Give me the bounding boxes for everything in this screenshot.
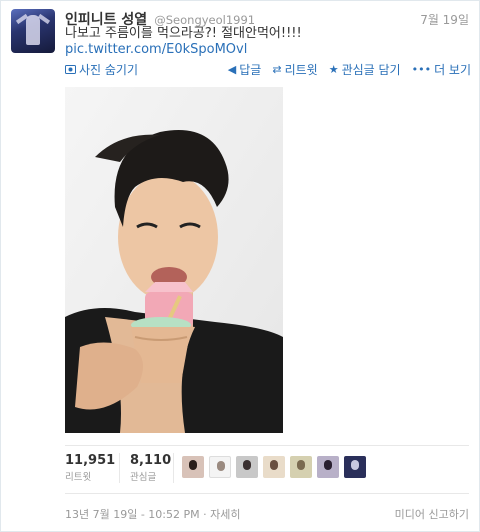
tweet-photo[interactable] xyxy=(65,87,283,433)
footer-separator xyxy=(65,493,469,494)
favoriter-avatar[interactable] xyxy=(182,456,204,478)
retweet-count-label: 리트윗 xyxy=(65,472,92,483)
more-button[interactable]: ••• 더 보기 xyxy=(412,61,471,78)
retweet-count: 11,951 xyxy=(65,453,116,468)
favoriter-avatars xyxy=(182,456,366,478)
star-icon: ★ xyxy=(328,63,339,76)
favorite-count: 8,110 xyxy=(130,453,172,468)
more-dots-icon: ••• xyxy=(411,63,432,76)
hide-photo-label: 사진 숨기기 xyxy=(79,63,139,77)
flag-media-link[interactable]: 미디어 신고하기 xyxy=(395,506,469,522)
favoriter-avatar[interactable] xyxy=(317,456,339,478)
favorite-count-label: 관심글 xyxy=(130,472,157,483)
retweet-button[interactable]: ⇄ 리트윗 xyxy=(272,61,317,78)
photo-icon xyxy=(65,65,76,74)
tweet-time[interactable]: 7월 19일 xyxy=(420,11,469,28)
user-avatar[interactable] xyxy=(11,9,55,53)
tweet-footer: 13년 7월 19일 - 10:52 PM · 자세히 미디어 신고하기 xyxy=(65,506,469,522)
favorite-label: 관심글 담기 xyxy=(341,63,401,77)
tweet-media-link[interactable]: pic.twitter.com/E0kSpoMOvl xyxy=(65,42,247,57)
favoriter-avatar[interactable] xyxy=(290,456,312,478)
tweet-timestamp: 13년 7월 19일 - 10:52 PM xyxy=(65,508,200,521)
favorite-stat[interactable]: 8,110 관심글 xyxy=(130,453,171,483)
photo-illustration xyxy=(65,87,283,433)
details-link[interactable]: 자세히 xyxy=(210,508,240,521)
stats-separator xyxy=(65,445,469,446)
favoriter-avatar[interactable] xyxy=(344,456,366,478)
stat-divider xyxy=(119,453,120,483)
reply-label: 답글 xyxy=(239,63,262,77)
favorite-button[interactable]: ★ 관심글 담기 xyxy=(329,61,401,78)
tweet-card: 인피니트 성열 @Seongyeol1991 7월 19일 나보고 주름이를 먹… xyxy=(0,0,480,532)
retweet-stat[interactable]: 11,951 리트윗 xyxy=(65,453,115,483)
retweet-label: 리트윗 xyxy=(284,63,318,77)
favoriter-avatar[interactable] xyxy=(236,456,258,478)
tweet-text: 나보고 주름이를 먹으라공?! 절대안먹어!!!! xyxy=(65,26,302,41)
reply-arrow-icon: ◀ xyxy=(227,63,237,76)
favoriter-avatar[interactable] xyxy=(263,456,285,478)
avatar-figure xyxy=(26,15,40,45)
retweet-icon: ⇄ xyxy=(272,63,282,76)
stat-divider xyxy=(173,453,174,483)
more-label: 더 보기 xyxy=(434,63,471,77)
reply-button[interactable]: ◀ 답글 xyxy=(228,61,262,78)
hide-photo-button[interactable]: 사진 숨기기 xyxy=(65,61,138,78)
favoriter-avatar[interactable] xyxy=(209,456,231,478)
tweet-action-list: ◀ 답글 ⇄ 리트윗 ★ 관심글 담기 ••• 더 보기 xyxy=(228,61,471,78)
tweet-actions: 사진 숨기기 ◀ 답글 ⇄ 리트윗 ★ 관심글 담기 ••• 더 보기 xyxy=(65,61,471,77)
